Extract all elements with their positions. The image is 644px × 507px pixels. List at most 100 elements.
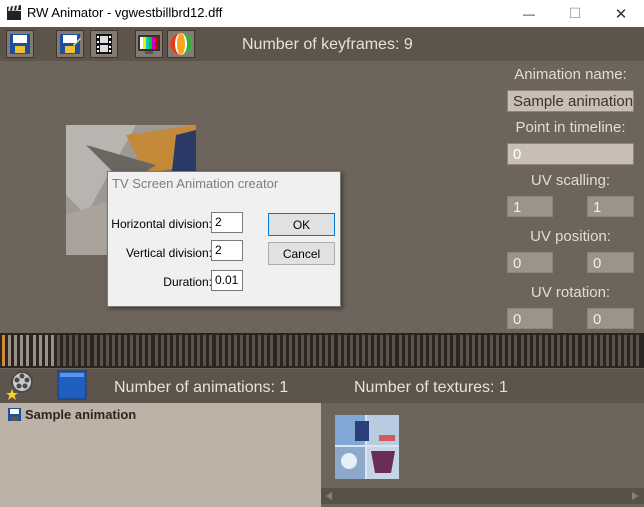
timeline-tick[interactable] bbox=[551, 335, 554, 366]
timeline-tick[interactable] bbox=[557, 335, 561, 366]
timeline-tick[interactable] bbox=[477, 335, 481, 366]
timeline-tick[interactable] bbox=[392, 335, 396, 366]
timeline-tick[interactable] bbox=[142, 335, 146, 366]
timeline-tick[interactable] bbox=[447, 335, 451, 366]
timeline-tick[interactable] bbox=[319, 335, 323, 366]
timeline-tick[interactable] bbox=[191, 335, 195, 366]
timeline-tick[interactable] bbox=[38, 335, 42, 366]
timeline-tick[interactable] bbox=[246, 335, 249, 366]
minimize-button[interactable]: — bbox=[506, 0, 552, 27]
timeline-tick[interactable] bbox=[349, 335, 353, 366]
timeline-tick[interactable] bbox=[87, 335, 91, 366]
timeline-tick[interactable] bbox=[233, 335, 237, 366]
timeline-tick[interactable] bbox=[252, 335, 256, 366]
close-button[interactable]: ✕ bbox=[598, 0, 644, 27]
timeline-tick[interactable] bbox=[605, 335, 609, 366]
timeline-tick[interactable] bbox=[520, 335, 524, 366]
timeline-tick[interactable] bbox=[221, 335, 225, 366]
texture-thumbnail[interactable] bbox=[335, 415, 399, 479]
timeline-tick[interactable] bbox=[20, 335, 24, 366]
timeline-tick[interactable] bbox=[465, 335, 469, 366]
horizontal-division-input[interactable]: 2 bbox=[211, 212, 243, 233]
timeline-tick[interactable] bbox=[99, 335, 103, 366]
window-button[interactable] bbox=[56, 369, 88, 401]
timeline-tick[interactable] bbox=[307, 335, 310, 366]
timeline-tick[interactable] bbox=[459, 335, 463, 366]
timeline-tick[interactable] bbox=[374, 335, 378, 366]
timeline-tick[interactable] bbox=[386, 335, 390, 366]
timeline-tick[interactable] bbox=[471, 335, 475, 366]
timeline-tick[interactable] bbox=[575, 335, 579, 366]
timeline-tick[interactable] bbox=[337, 335, 341, 366]
timeline-tick[interactable] bbox=[294, 335, 298, 366]
timeline-tick[interactable] bbox=[172, 335, 176, 366]
timeline-tick[interactable] bbox=[264, 335, 268, 366]
timeline-tick[interactable] bbox=[563, 335, 567, 366]
timeline-tick[interactable] bbox=[2, 335, 5, 366]
beach-ball-button[interactable] bbox=[167, 30, 195, 58]
timeline-tick[interactable] bbox=[270, 335, 274, 366]
timeline-tick[interactable] bbox=[32, 335, 36, 366]
timeline-tick[interactable] bbox=[355, 335, 359, 366]
timeline-tick[interactable] bbox=[526, 335, 530, 366]
timeline-tick[interactable] bbox=[69, 335, 73, 366]
timeline-tick[interactable] bbox=[288, 335, 292, 366]
uv-rotation-v-field[interactable]: 0 bbox=[587, 308, 634, 329]
timeline-tick[interactable] bbox=[532, 335, 536, 366]
timeline-tick[interactable] bbox=[50, 335, 54, 366]
timeline[interactable] bbox=[0, 333, 644, 368]
timeline-tick[interactable] bbox=[166, 335, 170, 366]
timeline-tick[interactable] bbox=[483, 335, 487, 366]
timeline-tick[interactable] bbox=[435, 335, 439, 366]
uv-scaling-u-field[interactable]: 1 bbox=[507, 196, 553, 217]
timeline-tick[interactable] bbox=[8, 335, 12, 366]
timeline-tick[interactable] bbox=[203, 335, 207, 366]
timeline-tick[interactable] bbox=[630, 335, 634, 366]
timeline-tick[interactable] bbox=[636, 335, 640, 366]
vertical-division-input[interactable]: 2 bbox=[211, 240, 243, 261]
timeline-tick[interactable] bbox=[136, 335, 140, 366]
timeline-tick[interactable] bbox=[111, 335, 115, 366]
timeline-tick[interactable] bbox=[300, 335, 304, 366]
timeline-tick[interactable] bbox=[618, 335, 622, 366]
timeline-tick[interactable] bbox=[581, 335, 585, 366]
timeline-tick[interactable] bbox=[587, 335, 591, 366]
timeline-tick[interactable] bbox=[599, 335, 603, 366]
timeline-tick[interactable] bbox=[544, 335, 548, 366]
timeline-tick[interactable] bbox=[160, 335, 164, 366]
timeline-tick[interactable] bbox=[416, 335, 420, 366]
timeline-tick[interactable] bbox=[227, 335, 231, 366]
timeline-tick[interactable] bbox=[569, 335, 573, 366]
animation-name-field[interactable]: Sample animation bbox=[507, 90, 634, 112]
timeline-tick[interactable] bbox=[508, 335, 512, 366]
list-item[interactable]: Sample animation bbox=[8, 407, 136, 422]
uv-position-u-field[interactable]: 0 bbox=[507, 252, 553, 273]
timeline-tick[interactable] bbox=[148, 335, 152, 366]
timeline-tick[interactable] bbox=[124, 335, 127, 366]
ok-button[interactable]: OK bbox=[268, 213, 335, 236]
save-button[interactable] bbox=[6, 30, 34, 58]
timeline-tick[interactable] bbox=[93, 335, 97, 366]
timeline-tick[interactable] bbox=[117, 335, 121, 366]
timeline-tick[interactable] bbox=[441, 335, 445, 366]
timeline-tick[interactable] bbox=[313, 335, 317, 366]
timeline-tick[interactable] bbox=[75, 335, 79, 366]
scroll-left-button[interactable] bbox=[322, 488, 336, 504]
timeline-tick[interactable] bbox=[63, 335, 66, 366]
timeline-tick[interactable] bbox=[490, 335, 493, 366]
timeline-tick[interactable] bbox=[44, 335, 48, 366]
timeline-tick[interactable] bbox=[56, 335, 60, 366]
film-strip-button[interactable] bbox=[90, 30, 118, 58]
timeline-tick[interactable] bbox=[404, 335, 408, 366]
timeline-tick[interactable] bbox=[343, 335, 347, 366]
timeline-tick[interactable] bbox=[398, 335, 402, 366]
uv-scaling-v-field[interactable]: 1 bbox=[587, 196, 634, 217]
timeline-point-field[interactable]: 0 bbox=[507, 143, 634, 165]
uv-rotation-u-field[interactable]: 0 bbox=[507, 308, 553, 329]
timeline-tick[interactable] bbox=[325, 335, 329, 366]
timeline-tick[interactable] bbox=[422, 335, 426, 366]
timeline-tick[interactable] bbox=[239, 335, 243, 366]
timeline-tick[interactable] bbox=[185, 335, 188, 366]
timeline-tick[interactable] bbox=[361, 335, 365, 366]
scroll-right-button[interactable] bbox=[628, 488, 642, 504]
